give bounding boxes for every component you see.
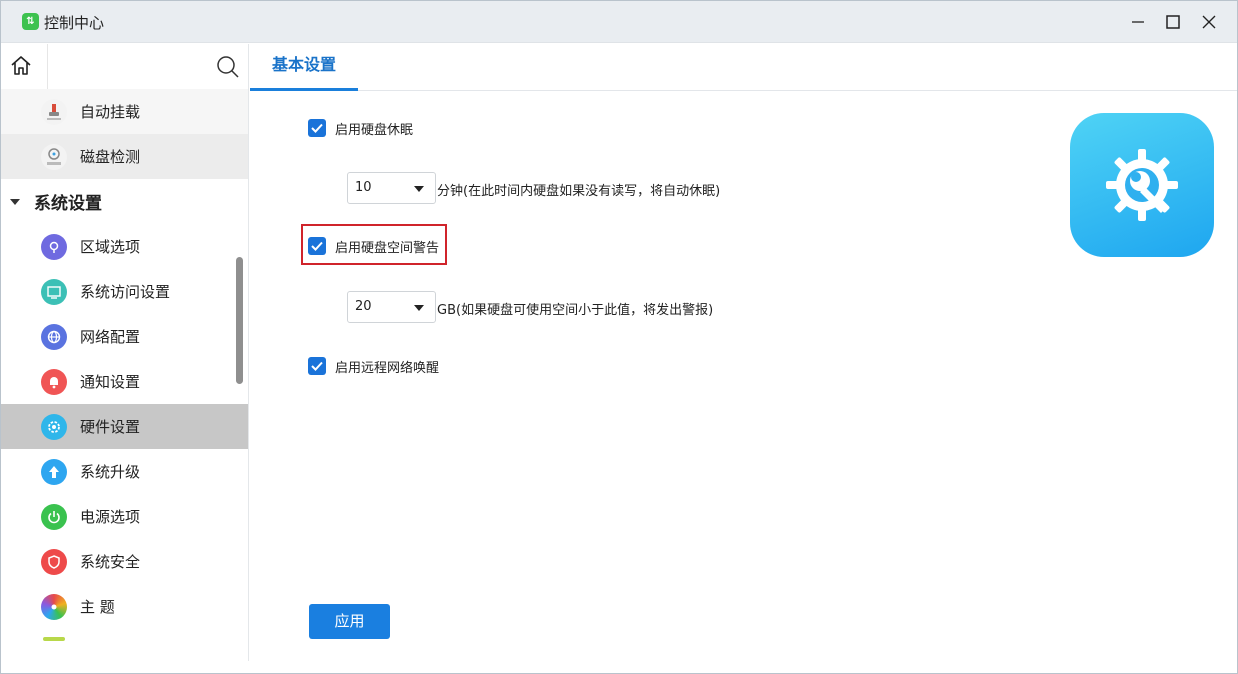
theme-icon [41,594,67,620]
power-icon [41,504,67,530]
sidebar-item-label: 区域选项 [80,238,141,256]
sidebar-item-upgrade[interactable]: 系统升级 [1,449,248,494]
sidebar-item-notifications[interactable]: 通知设置 [1,359,248,404]
sidebar-item-network[interactable]: 网络配置 [1,314,248,359]
control-center-window: ⇅ 控制中心 自动挂载 磁盘检测 系统设置 区域选项 系统访问设置 网络配置 通… [0,0,1238,674]
space-warning-checkbox-row[interactable]: 启用硬盘空间警告 [308,235,439,257]
close-button[interactable] [1196,9,1222,35]
sidebar-item-label: 系统升级 [80,463,141,481]
close-icon [1202,15,1216,29]
hibernate-hint: 分钟(在此时间内硬盘如果没有读写，将自动休眠) [437,184,721,199]
sidebar-item-label: 自动挂载 [80,103,141,121]
search-icon [217,56,239,78]
space-warning-gb-select[interactable]: 20 [347,291,436,323]
hardware-settings-logo [1070,113,1214,257]
wol-checkbox[interactable] [308,357,326,375]
sidebar-item-label: 通知设置 [80,373,141,391]
sidebar-item-disk-check[interactable]: 磁盘检测 [1,134,248,179]
wol-label: 启用远程网络唤醒 [335,360,440,376]
sidebar-item-label: 网络配置 [80,328,141,346]
tab-basic-settings[interactable]: 基本设置 [250,44,358,91]
region-icon [41,234,67,260]
hibernate-minutes-select[interactable]: 10 [347,172,436,204]
maximize-icon [1166,15,1180,29]
upgrade-icon [41,459,67,485]
sidebar-item-label: 电源选项 [80,508,141,526]
title-bar: ⇅ 控制中心 [1,1,1237,43]
sidebar-item-label: 系统访问设置 [80,283,171,301]
select-value: 10 [355,180,372,195]
sidebar: 自动挂载 磁盘检测 系统设置 区域选项 系统访问设置 网络配置 通知设置 硬件设… [1,44,249,661]
home-button[interactable] [9,54,35,78]
partial-item-icon [43,637,65,641]
sidebar-scrollbar[interactable] [236,257,243,384]
shield-icon [41,549,67,575]
minimize-button[interactable] [1125,9,1151,35]
sidebar-item-theme[interactable]: 主 题 [1,584,248,629]
app-logo-icon: ⇅ [22,13,39,30]
search-button[interactable] [215,54,241,80]
window-title: 控制中心 [44,14,105,32]
gear-wrench-icon [1106,149,1178,221]
wol-checkbox-row[interactable]: 启用远程网络唤醒 [308,355,439,377]
maximize-button[interactable] [1160,9,1186,35]
check-icon [311,241,323,251]
sidebar-item-security[interactable]: 系统安全 [1,539,248,584]
sidebar-toolbar [1,44,248,90]
bell-icon [41,369,67,395]
hibernate-checkbox[interactable] [308,119,326,137]
sidebar-item-region[interactable]: 区域选项 [1,224,248,269]
hibernate-checkbox-row[interactable]: 启用硬盘休眠 [308,117,413,139]
sidebar-item-label: 主 题 [80,598,115,616]
chevron-down-icon [10,199,20,205]
toolbar-divider [47,44,48,90]
hardware-icon [41,414,67,440]
sidebar-item-label: 硬件设置 [80,418,141,436]
usb-mount-icon [41,99,67,125]
sidebar-group-label: 系统设置 [34,194,102,214]
minimize-icon [1132,21,1144,23]
check-icon [311,123,323,133]
sidebar-item-power[interactable]: 电源选项 [1,494,248,539]
apply-button[interactable]: 应用 [309,604,390,639]
check-icon [311,361,323,371]
monitor-icon [41,279,67,305]
sidebar-item-label: 系统安全 [80,553,141,571]
dropdown-arrow-icon [414,305,424,311]
dropdown-arrow-icon [414,186,424,192]
select-value: 20 [355,299,372,314]
disk-check-icon [41,144,67,170]
space-warning-checkbox[interactable] [308,237,326,255]
sidebar-item-system-access[interactable]: 系统访问设置 [1,269,248,314]
network-icon [41,324,67,350]
sidebar-item-hardware[interactable]: 硬件设置 [1,404,248,449]
hibernate-label: 启用硬盘休眠 [335,122,414,138]
home-icon [11,56,31,75]
tab-bar: 基本设置 [250,44,1237,91]
sidebar-item-label: 磁盘检测 [80,148,141,166]
main-panel: 基本设置 启用硬盘休眠 10 分钟(在此时间内硬盘如果没有读写，将自动休眠) 启… [250,44,1237,661]
tab-active-indicator [250,88,358,91]
sidebar-group-system-settings[interactable]: 系统设置 [1,179,248,224]
sidebar-item-auto-mount[interactable]: 自动挂载 [1,89,248,134]
space-warning-label: 启用硬盘空间警告 [335,240,440,256]
space-warning-hint: GB(如果硬盘可使用空间小于此值，将发出警报) [437,303,714,318]
